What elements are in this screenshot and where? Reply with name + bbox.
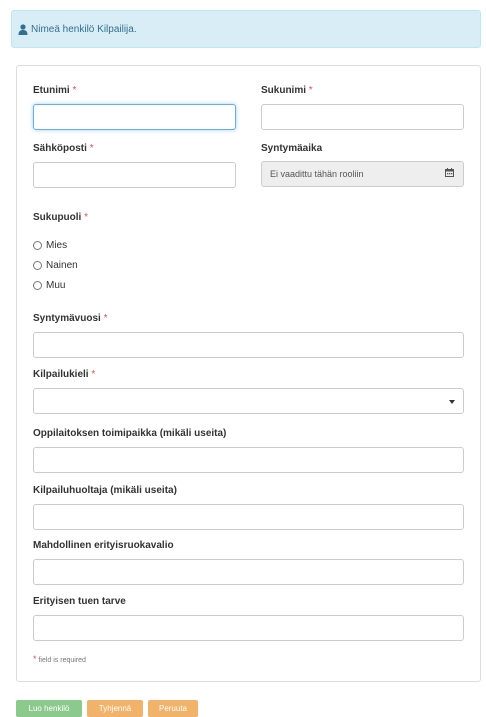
user-icon (18, 23, 28, 35)
birth-date-label: Syntymäaika (261, 143, 323, 154)
required-marker: * (91, 369, 96, 380)
gender-option-mies[interactable]: Mies (33, 240, 67, 251)
diet-label: Mahdollinen erityisruokavalio (33, 540, 174, 551)
language-select[interactable] (33, 388, 464, 414)
language-label: Kilpailukieli * (33, 369, 96, 380)
birth-year-input[interactable] (33, 332, 464, 358)
last-name-label: Sukunimi * (261, 85, 313, 96)
radio-button[interactable] (33, 241, 42, 250)
email-input[interactable] (33, 162, 236, 188)
alert-text: Nimeä henkilö Kilpailija. (31, 23, 137, 35)
diet-input[interactable] (33, 559, 464, 585)
birth-date-input: Ei vaadittu tähän rooliin (261, 161, 437, 187)
radio-button[interactable] (33, 281, 42, 290)
caret-down-icon (449, 400, 455, 404)
guardian-input[interactable] (33, 504, 464, 530)
gender-label: Sukupuoli * (33, 212, 89, 223)
info-alert: Nimeä henkilö Kilpailija. (11, 10, 481, 48)
school-location-label: Oppilaitoksen toimipaikka (mikäli useita… (33, 428, 227, 439)
required-marker: * (72, 85, 77, 96)
calendar-button[interactable] (436, 161, 464, 187)
school-location-input[interactable] (33, 447, 464, 473)
guardian-label: Kilpailuhuoltaja (mikäli useita) (33, 485, 177, 496)
support-input[interactable] (33, 615, 464, 641)
required-marker: * (103, 313, 108, 324)
required-marker: * (84, 212, 89, 223)
required-marker: * (33, 654, 37, 664)
create-person-button[interactable]: Luo henkilö (16, 700, 82, 717)
calendar-icon (445, 168, 454, 180)
radio-button[interactable] (33, 261, 42, 270)
required-marker: * (89, 143, 94, 154)
email-label: Sähköposti * (33, 143, 94, 154)
birth-year-label: Syntymävuosi * (33, 313, 108, 324)
first-name-input[interactable] (33, 104, 236, 130)
cancel-button[interactable]: Peruuta (148, 700, 198, 717)
gender-option-nainen[interactable]: Nainen (33, 260, 78, 271)
support-label: Erityisen tuen tarve (33, 596, 126, 607)
last-name-input[interactable] (261, 104, 464, 130)
clear-button[interactable]: Tyhjennä (87, 700, 143, 717)
gender-option-muu[interactable]: Muu (33, 280, 65, 291)
first-name-label: Etunimi * (33, 85, 77, 96)
required-marker: * (308, 85, 313, 96)
required-note: * field is required (33, 654, 86, 664)
